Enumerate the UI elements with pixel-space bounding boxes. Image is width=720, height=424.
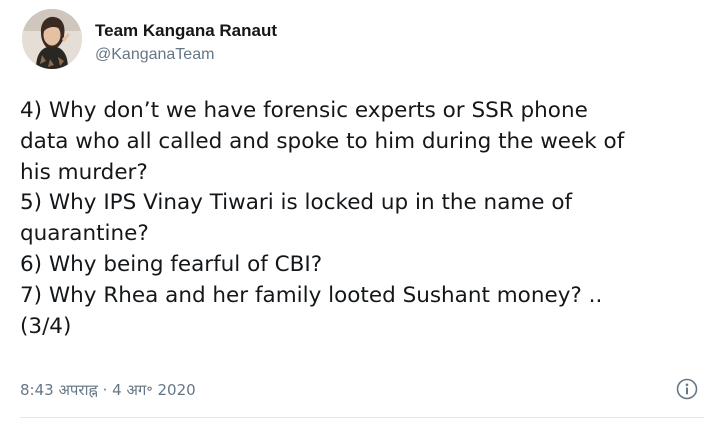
tweet-text: 4) Why don’t we have forensic experts or… [20, 96, 710, 342]
avatar[interactable] [22, 9, 82, 69]
tweet-text-line: data who all called and spoke to him dur… [20, 128, 625, 154]
tweet-date[interactable]: 4 अग॰ 2020 [112, 381, 196, 399]
info-icon[interactable] [676, 378, 698, 400]
tweet-card: Team Kangana Ranaut @KanganaTeam 4) Why … [0, 0, 720, 424]
tweet-text-line: (3/4) [20, 313, 72, 339]
tweet-text-line: 4) Why don’t we have forensic experts or… [20, 98, 588, 123]
tweet-text-line: his murder? [20, 159, 148, 185]
profile-photo-icon [22, 9, 82, 69]
tweet-text-line: 5) Why IPS Vinay Tiwari is locked up in … [20, 190, 573, 216]
author-handle[interactable]: @KanganaTeam [95, 46, 214, 64]
divider [20, 417, 704, 418]
tweet-text-line: quarantine? [20, 221, 149, 247]
tweet-timestamp[interactable]: 8:43 अपराह्न · 4 अग॰ 2020 [20, 380, 196, 400]
tweet-text-line: 7) Why Rhea and her family looted Sushan… [20, 282, 603, 308]
meta-separator: · [102, 381, 108, 399]
author-display-name[interactable]: Team Kangana Ranaut [95, 21, 277, 41]
tweet-time[interactable]: 8:43 अपराह्न [20, 381, 98, 399]
tweet-text-line: 6) Why being fearful of CBI? [20, 251, 323, 277]
